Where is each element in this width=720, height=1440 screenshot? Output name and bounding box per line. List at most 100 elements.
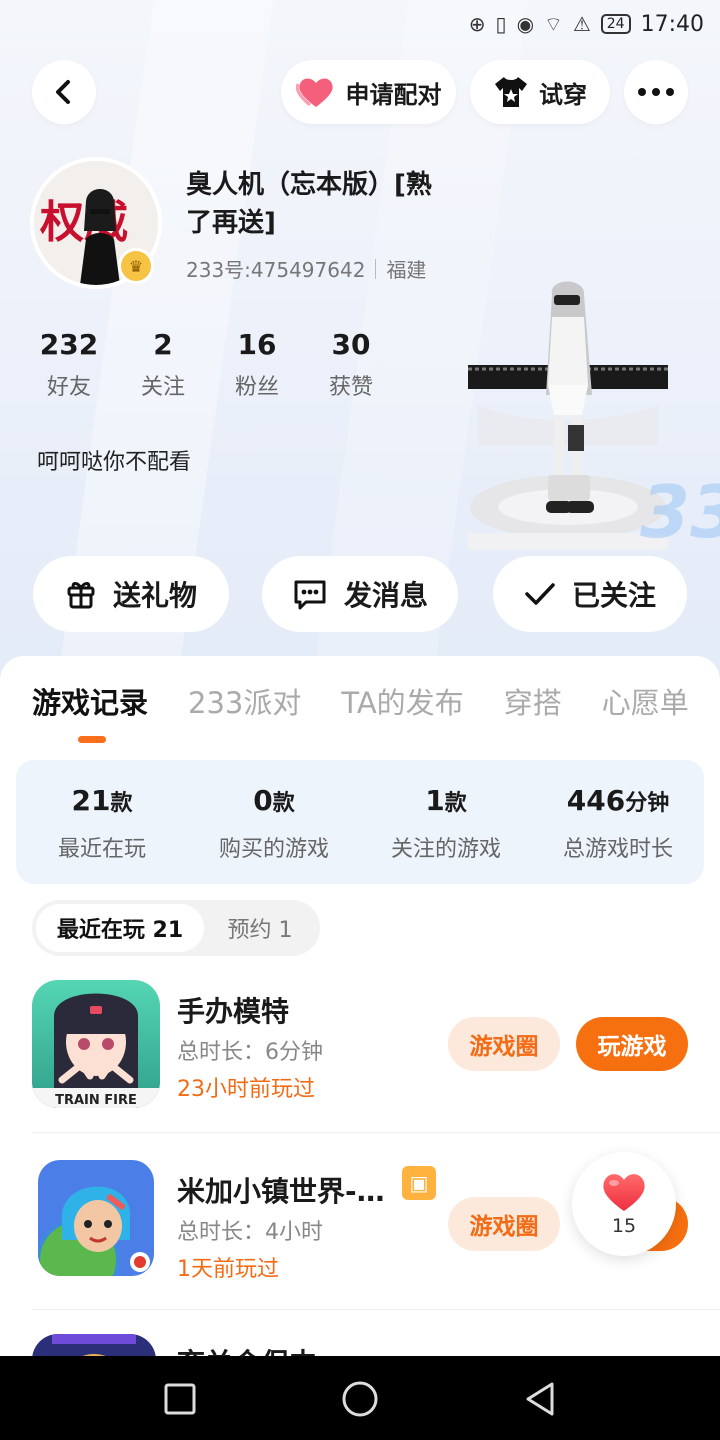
stat-number: 30 xyxy=(331,328,371,361)
tab-game-records[interactable]: 游戏记录 xyxy=(32,680,148,722)
stat-number: 2 xyxy=(153,328,173,361)
summary-value: 0 xyxy=(253,784,273,817)
send-gift-label: 送礼物 xyxy=(112,579,197,612)
summary-unit: 款 xyxy=(444,791,467,816)
tshirt-icon xyxy=(495,77,527,107)
profile-stats: 232 好友 2 关注 16 粉丝 30 获赞 xyxy=(22,328,398,401)
apply-pair-button[interactable]: 申请配对 xyxy=(281,60,456,124)
stat-fans[interactable]: 16 粉丝 xyxy=(210,328,304,401)
crown-badge-icon: ♛ xyxy=(118,248,154,284)
summary-purchased: 0款 购买的游戏 xyxy=(188,760,360,884)
stat-label: 粉丝 xyxy=(234,375,279,400)
apply-pair-label: 申请配对 xyxy=(345,80,442,109)
profile-bio: 呵呵哒你不配看 xyxy=(37,450,192,475)
chat-bubble-icon xyxy=(294,580,326,610)
like-count: 15 xyxy=(611,1215,637,1237)
battery-indicator: 24 xyxy=(600,14,631,34)
tab-posts[interactable]: TA的发布 xyxy=(341,680,463,722)
recent-apps-icon[interactable] xyxy=(163,1382,197,1416)
game-list-item[interactable]: TRAIN FIRE 手办模特 总时长：6分钟 23小时前玩过 游戏圈 玩游戏 xyxy=(32,980,720,1110)
send-message-label: 发消息 xyxy=(343,579,428,612)
game-list-item[interactable]: 弃关会保中 xyxy=(32,1334,720,1356)
game-name: 弃关会保中 xyxy=(177,1342,317,1356)
stat-label: 关注 xyxy=(140,375,185,400)
back-triangle-icon[interactable] xyxy=(522,1380,558,1418)
heart-icon xyxy=(603,1174,645,1211)
game-last-played: 1天前玩过 xyxy=(177,1257,279,1282)
try-on-button[interactable]: 试穿 xyxy=(470,60,610,124)
stat-number: 232 xyxy=(39,328,99,361)
divider xyxy=(375,258,377,279)
summary-unit: 款 xyxy=(272,791,295,816)
summary-label: 总游戏时长 xyxy=(562,837,673,862)
status-time: 17:40 xyxy=(640,11,704,37)
summary-followed-games: 1款 关注的游戏 xyxy=(360,760,532,884)
chevron-left-icon xyxy=(56,80,70,104)
decorative-333-logo: 33 xyxy=(640,470,720,554)
game-circle-button[interactable]: 游戏圈 xyxy=(448,1017,560,1071)
game-duration: 总时长：6分钟 xyxy=(177,1040,323,1065)
heart-icon xyxy=(295,78,333,107)
game-icon[interactable] xyxy=(38,1160,154,1276)
tab-wishlist[interactable]: 心愿单 xyxy=(602,680,689,722)
game-duration: 总时长：4小时 xyxy=(177,1220,323,1245)
system-navigation-bar xyxy=(0,1356,720,1440)
vibrate-icon: ▯ xyxy=(495,12,507,36)
game-summary: 21款 最近在玩 0款 购买的游戏 1款 关注的游戏 446分钟 总游戏时长 xyxy=(16,760,704,884)
like-button[interactable]: 15 xyxy=(572,1152,676,1256)
stat-number: 16 xyxy=(237,328,277,361)
stat-label: 获赞 xyxy=(328,375,373,400)
more-dots-icon xyxy=(638,88,674,96)
tab-233-party[interactable]: 233派对 xyxy=(188,680,301,722)
uid-row: 233号:475497642 福建 xyxy=(186,254,426,283)
summary-value: 21 xyxy=(71,784,111,817)
game-name: 手办模特 xyxy=(177,995,290,1028)
eye-icon: ◉ xyxy=(516,12,535,36)
send-message-button[interactable]: 发消息 xyxy=(262,556,458,632)
game-icon[interactable]: TRAIN FIRE xyxy=(32,980,160,1108)
divider xyxy=(32,1309,720,1310)
stat-likes[interactable]: 30 获赞 xyxy=(304,328,398,401)
profile-tabs: 游戏记录 233派对 TA的发布 穿搭 心愿单 xyxy=(32,680,689,722)
followed-label: 已关注 xyxy=(571,579,656,612)
subtab-reserve[interactable]: 预约 1 xyxy=(204,904,316,952)
gift-box-icon[interactable]: ▣ xyxy=(402,1166,436,1200)
user-location: 福建 xyxy=(386,258,427,282)
tab-outfits[interactable]: 穿搭 xyxy=(504,680,562,722)
play-game-button[interactable]: 玩游戏 xyxy=(576,1017,688,1071)
gift-icon xyxy=(67,582,95,609)
checkmark-icon xyxy=(525,583,555,605)
profile-name: 臭人机（忘本版）[熟了再送] xyxy=(186,170,432,238)
game-subtabs: 最近在玩 21 预约 1 xyxy=(32,900,320,956)
summary-recent: 21款 最近在玩 xyxy=(16,760,188,884)
send-gift-button[interactable]: 送礼物 xyxy=(33,556,229,632)
summary-value: 446 xyxy=(566,784,626,817)
game-icon[interactable] xyxy=(32,1334,156,1356)
summary-label: 最近在玩 xyxy=(57,837,146,862)
alert-icon: ⚠ xyxy=(572,12,591,36)
game-circle-button[interactable]: 游戏圈 xyxy=(448,1197,560,1251)
more-options-button[interactable] xyxy=(624,60,688,124)
stat-label: 好友 xyxy=(46,375,91,400)
user-id: 233号:475497642 xyxy=(186,258,366,282)
try-on-label: 试穿 xyxy=(539,80,587,109)
divider xyxy=(32,1132,720,1133)
summary-value: 1 xyxy=(425,784,445,817)
summary-unit: 款 xyxy=(110,791,133,816)
followed-button[interactable]: 已关注 xyxy=(493,556,687,632)
home-icon[interactable] xyxy=(341,1380,379,1418)
character-figure[interactable] xyxy=(468,275,668,550)
subtab-recent[interactable]: 最近在玩 21 xyxy=(36,904,204,952)
game-name: 米加小镇世界-… xyxy=(177,1175,385,1208)
back-button[interactable] xyxy=(32,60,96,124)
active-tab-indicator xyxy=(78,736,106,743)
summary-label: 购买的游戏 xyxy=(218,837,329,862)
stat-following[interactable]: 2 关注 xyxy=(116,328,210,401)
sync-icon: ⊕ xyxy=(468,12,486,36)
stat-friends[interactable]: 232 好友 xyxy=(22,328,116,401)
wifi-icon: ⌔ xyxy=(544,11,563,36)
status-bar: ⊕ ▯ ◉ ⌔ ⚠ 24 17:40 xyxy=(0,0,720,48)
summary-unit: 分钟 xyxy=(625,791,670,816)
summary-total-time: 446分钟 总游戏时长 xyxy=(532,760,704,884)
summary-label: 关注的游戏 xyxy=(390,837,501,862)
